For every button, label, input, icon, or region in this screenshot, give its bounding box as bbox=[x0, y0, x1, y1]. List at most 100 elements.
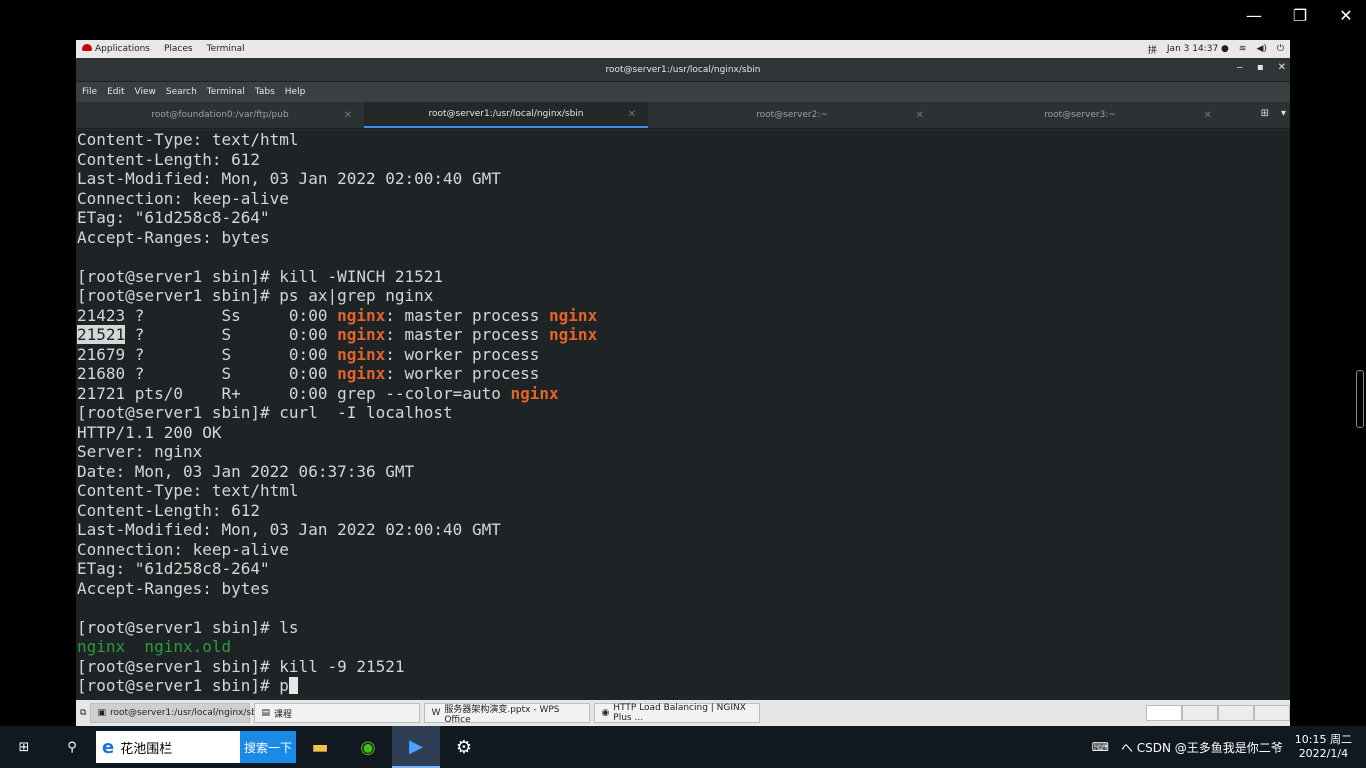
search-button[interactable]: 搜索一下 bbox=[240, 731, 296, 763]
terminal-maximize-icon[interactable]: ▪ bbox=[1257, 62, 1264, 73]
terminal-line: Connection: keep-alive bbox=[77, 539, 289, 559]
chrome-icon: ◉ bbox=[601, 708, 610, 718]
menu-search[interactable]: Search bbox=[166, 87, 197, 97]
ls-output: nginx nginx.old bbox=[77, 637, 232, 656]
terminal-app-menu[interactable]: Terminal bbox=[207, 44, 245, 54]
show-desktop-icon[interactable]: ⧉ bbox=[80, 708, 86, 718]
terminal-line: Date: Mon, 03 Jan 2022 06:37:36 GMT bbox=[77, 461, 415, 481]
applications-menu[interactable]: Applications bbox=[82, 44, 150, 54]
vm-display: Applications Places Terminal 拼 Jan 3 14:… bbox=[76, 40, 1290, 726]
menu-help[interactable]: Help bbox=[285, 87, 306, 97]
terminal-output[interactable]: Content-Type: text/html Content-Length: … bbox=[76, 130, 1290, 700]
selected-pid: 21521 bbox=[77, 325, 126, 344]
terminal-close-icon[interactable]: ✕ bbox=[1278, 62, 1286, 73]
ps-row: 21423 ? Ss 0:00 nginx: master process ng… bbox=[77, 305, 598, 325]
terminal-line: Accept-Ranges: bytes bbox=[77, 227, 270, 247]
terminal-line: [root@server1 sbin]# kill -WINCH 21521 bbox=[77, 266, 444, 286]
terminal-icon: ▣ bbox=[97, 708, 106, 718]
volume-icon[interactable]: ◀) bbox=[1256, 44, 1266, 54]
menu-terminal[interactable]: Terminal bbox=[207, 87, 245, 97]
app-green-icon[interactable]: ◉ bbox=[344, 726, 392, 768]
gnome-top-bar: Applications Places Terminal 拼 Jan 3 14:… bbox=[76, 40, 1290, 58]
terminal-line: Content-Length: 612 bbox=[77, 500, 261, 520]
clock[interactable]: Jan 3 14:37 ● bbox=[1167, 44, 1229, 54]
outer-window-controls: — ❐ ✕ bbox=[1244, 6, 1356, 25]
wifi-icon[interactable]: ≋ bbox=[1239, 44, 1247, 54]
tab-server3[interactable]: root@server3:~ ✕ bbox=[936, 102, 1224, 128]
settings-gear-icon[interactable]: ⚙ bbox=[440, 726, 488, 768]
windows-start-icon[interactable]: ⊞ bbox=[0, 726, 48, 768]
terminal-line: [root@server1 sbin]# ls bbox=[77, 617, 299, 637]
workspace-3[interactable] bbox=[1218, 705, 1254, 721]
tab-label: root@server1:/usr/local/nginx/sbin bbox=[428, 109, 584, 119]
minimize-icon[interactable]: — bbox=[1244, 6, 1264, 25]
input-indicator-icon[interactable]: ⌨ bbox=[1092, 740, 1109, 754]
file-explorer-icon[interactable]: ▬ bbox=[296, 726, 344, 768]
menu-file[interactable]: File bbox=[82, 87, 97, 97]
restore-icon[interactable]: ❐ bbox=[1290, 6, 1310, 25]
menu-view[interactable]: View bbox=[135, 87, 156, 97]
terminal-menu-bar: File Edit View Search Terminal Tabs Help bbox=[76, 82, 1290, 102]
ps-row: 21679 ? S 0:00 nginx: worker process bbox=[77, 344, 540, 364]
terminal-line: Last-Modified: Mon, 03 Jan 2022 02:00:40… bbox=[77, 169, 501, 188]
vm-task-terminal[interactable]: ▣ root@server1:/usr/local/nginx/sbin bbox=[90, 703, 265, 723]
search-icon[interactable]: ⚲ bbox=[48, 726, 96, 768]
wps-icon: W bbox=[431, 708, 441, 718]
workspace-pager[interactable] bbox=[1146, 705, 1290, 721]
terminal-prompt-line[interactable]: [root@server1 sbin]# p bbox=[77, 676, 1289, 696]
power-icon[interactable]: ⏻ bbox=[1277, 44, 1284, 54]
ps-row: 21521 ? S 0:00 nginx: master process ngi… bbox=[77, 325, 598, 344]
remote-player-icon[interactable]: ▶ bbox=[392, 726, 440, 768]
workspace-4[interactable] bbox=[1254, 705, 1290, 721]
terminal-line: [root@server1 sbin]# curl -I localhost bbox=[77, 403, 453, 422]
menu-tabs[interactable]: Tabs bbox=[255, 87, 275, 97]
close-icon[interactable]: ✕ bbox=[1336, 6, 1356, 25]
vm-task-course[interactable]: ▤ 课程 bbox=[254, 703, 421, 723]
vm-taskbar: ⧉ ▣ root@server1:/usr/local/nginx/sbin ▤… bbox=[76, 700, 1290, 726]
tab-close-icon[interactable]: ✕ bbox=[344, 110, 352, 121]
taskbar-search-input[interactable]: e 花池围栏 bbox=[96, 731, 240, 763]
windows-taskbar: ⊞ ⚲ e 花池围栏 搜索一下 ▬ ◉ ▶ ⚙ ⌨ へ CSDN @王多鱼我是你… bbox=[0, 726, 1366, 768]
terminal-line: ETag: "61d258c8-264" bbox=[77, 208, 270, 227]
terminal-line: Accept-Ranges: bytes bbox=[77, 578, 270, 598]
tab-close-icon[interactable]: ✕ bbox=[1204, 110, 1212, 121]
tab-label: root@server2:~ bbox=[756, 110, 828, 120]
document-icon: ▤ bbox=[261, 708, 270, 718]
terminal-line: [root@server1 sbin]# ps ax|grep nginx bbox=[77, 286, 434, 305]
vm-task-wps[interactable]: W 服务器架构演变.pptx - WPS Office bbox=[424, 703, 591, 725]
window-title: root@server1:/usr/local/nginx/sbin bbox=[605, 64, 761, 75]
ie-icon: e bbox=[102, 736, 115, 758]
side-scroll-indicator[interactable] bbox=[1356, 370, 1364, 428]
taskbar-clock[interactable]: 10:15 周二 2022/1/4 bbox=[1295, 733, 1352, 761]
workspace-1[interactable] bbox=[1146, 705, 1182, 721]
menu-edit[interactable]: Edit bbox=[107, 87, 124, 97]
ps-row: 21680 ? S 0:00 nginx: worker process bbox=[77, 364, 540, 383]
new-tab-icon[interactable]: ⊞ bbox=[1261, 108, 1269, 119]
terminal-line: Server: nginx bbox=[77, 442, 203, 461]
places-menu[interactable]: Places bbox=[164, 44, 193, 54]
terminal-minimize-icon[interactable]: ‒ bbox=[1236, 62, 1242, 73]
tab-server2[interactable]: root@server2:~ ✕ bbox=[648, 102, 936, 128]
terminal-line: ETag: "61d258c8-264" bbox=[77, 559, 270, 578]
vm-task-browser[interactable]: ◉ HTTP Load Balancing | NGINX Plus ... bbox=[594, 703, 761, 723]
tab-label: root@server3:~ bbox=[1044, 110, 1116, 120]
terminal-line: Connection: keep-alive bbox=[77, 188, 289, 208]
terminal-tabs: root@foundation0:/var/ftp/pub ✕ root@ser… bbox=[76, 102, 1290, 129]
tray-text: へ CSDN @王多鱼我是你二爷 bbox=[1120, 740, 1283, 755]
system-tray: ⌨ へ CSDN @王多鱼我是你二爷 10:15 周二 2022/1/4 bbox=[1092, 733, 1366, 761]
input-method-indicator[interactable]: 拼 bbox=[1148, 43, 1157, 56]
terminal-line: Last-Modified: Mon, 03 Jan 2022 02:00:40… bbox=[77, 520, 501, 539]
ps-row: 21721 pts/0 R+ 0:00 grep --color=auto ng… bbox=[77, 383, 559, 403]
tab-close-icon[interactable]: ✕ bbox=[628, 109, 636, 120]
tab-foundation0[interactable]: root@foundation0:/var/ftp/pub ✕ bbox=[76, 102, 364, 128]
terminal-line: Content-Type: text/html bbox=[77, 481, 299, 500]
tab-list-chevron-down-icon[interactable]: ▾ bbox=[1281, 108, 1286, 119]
terminal-line: [root@server1 sbin]# kill -9 21521 bbox=[77, 656, 405, 676]
tab-server1[interactable]: root@server1:/usr/local/nginx/sbin ✕ bbox=[364, 102, 648, 128]
tab-close-icon[interactable]: ✕ bbox=[916, 110, 924, 121]
redhat-logo-icon bbox=[82, 44, 92, 51]
terminal-line: Content-Length: 612 bbox=[77, 149, 261, 169]
workspace-2[interactable] bbox=[1182, 705, 1218, 721]
